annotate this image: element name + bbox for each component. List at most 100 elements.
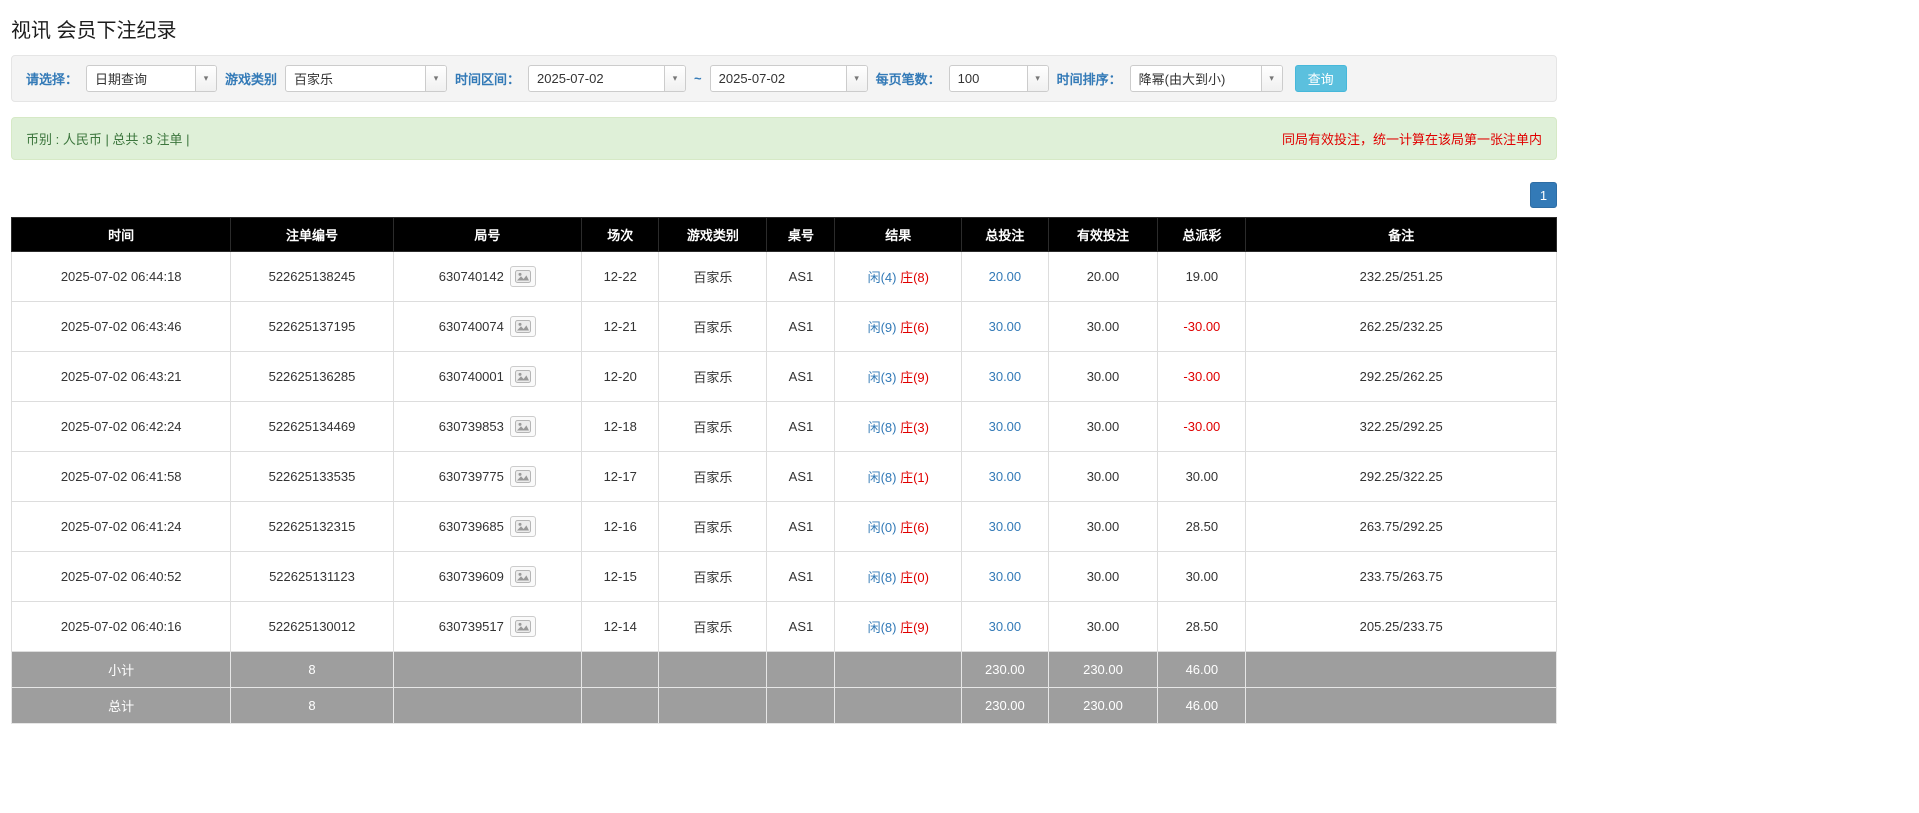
page-size-value: 100 (957, 71, 980, 86)
total-bet-link[interactable]: 30.00 (989, 569, 1022, 584)
date-to-picker[interactable]: 2025-07-02 ▾ (709, 65, 868, 92)
video-replay-icon[interactable] (509, 266, 536, 287)
banker-result-text: 庄(9) (900, 370, 929, 385)
bet-records-table: 时间 注单编号 局号 场次 游戏类别 桌号 结果 总投注 有效投注 总派彩 备注… (10, 217, 1557, 724)
col-header-session: 场次 (581, 217, 660, 252)
total-bet-link[interactable]: 30.00 (989, 319, 1022, 334)
total-bet-link[interactable]: 30.00 (989, 419, 1022, 434)
cell-game-type: 百家乐 (658, 501, 768, 552)
date-from-picker[interactable]: 2025-07-02 ▾ (528, 65, 687, 92)
col-header-time: 时间 (10, 217, 232, 252)
chevron-down-icon[interactable]: ▾ (1026, 66, 1048, 91)
total-bet-link[interactable]: 30.00 (989, 519, 1022, 534)
total-bet-link[interactable]: 20.00 (989, 269, 1022, 284)
cell-session: 12-22 (581, 251, 660, 302)
chevron-down-icon[interactable]: ▾ (1260, 66, 1282, 91)
chevron-down-icon[interactable]: ▾ (195, 66, 217, 91)
subtotal-total-bet: 230.00 (961, 651, 1049, 688)
cell-valid-bet: 20.00 (1047, 251, 1159, 302)
video-replay-icon[interactable] (509, 316, 536, 337)
cell-game-type: 百家乐 (658, 601, 768, 652)
page-size-combobox[interactable]: 100 ▾ (948, 65, 1049, 92)
cell-time: 2025-07-02 06:41:58 (10, 451, 232, 502)
cell-result: 闲(3) 庄(9) (834, 351, 963, 402)
cell-table-no: AS1 (766, 251, 836, 302)
select-mode-combobox[interactable]: 日期查询 ▾ (86, 65, 218, 92)
cell-total-bet: 30.00 (961, 351, 1049, 402)
cell-session: 12-15 (581, 551, 660, 602)
cell-round-id: 630739685 (392, 501, 583, 552)
page-container: 视讯 会员下注纪录 请选择： 日期查询 ▾ 游戏类别 百家乐 ▾ 时间区间： 2… (10, 0, 1557, 724)
total-row: 总计 8 230.00 230.00 46.00 (10, 687, 1557, 724)
cell-valid-bet: 30.00 (1047, 301, 1159, 352)
player-result-text: 闲(9) (867, 320, 897, 335)
cell-bet-id: 522625137195 (230, 301, 394, 352)
total-valid-bet: 230.00 (1047, 687, 1159, 724)
date-to-value: 2025-07-02 (718, 71, 786, 86)
chevron-down-icon[interactable]: ▾ (845, 66, 867, 91)
cell-remark: 292.25/322.25 (1245, 451, 1557, 502)
video-replay-icon[interactable] (509, 566, 536, 587)
cell-valid-bet: 30.00 (1047, 551, 1159, 602)
cell-remark: 262.25/232.25 (1245, 301, 1557, 352)
cell-bet-id: 522625133535 (230, 451, 394, 502)
chevron-down-icon[interactable]: ▾ (425, 66, 447, 91)
cell-session: 12-20 (581, 351, 660, 402)
cell-round-id: 630739775 (392, 451, 583, 502)
video-replay-icon[interactable] (509, 466, 536, 487)
sort-order-value: 降幂(由大到小) (1138, 72, 1226, 87)
bet-table-body: 2025-07-02 06:44:18 522625138245 6307401… (10, 251, 1557, 652)
player-result-text: 闲(8) (867, 570, 897, 585)
cell-session: 12-16 (581, 501, 660, 552)
table-row: 2025-07-02 06:43:46 522625137195 6307400… (10, 301, 1557, 352)
total-bet-link[interactable]: 30.00 (989, 619, 1022, 634)
player-result-text: 闲(8) (867, 620, 897, 635)
round-id-text: 630740142 (438, 269, 504, 284)
table-row: 2025-07-02 06:43:21 522625136285 6307400… (10, 351, 1557, 402)
subtotal-valid-bet: 230.00 (1047, 651, 1159, 688)
col-header-total-bet: 总投注 (961, 217, 1049, 252)
cell-remark: 263.75/292.25 (1245, 501, 1557, 552)
cell-session: 12-18 (581, 401, 660, 452)
game-type-value: 百家乐 (294, 72, 334, 87)
cell-game-type: 百家乐 (658, 551, 768, 602)
chevron-down-icon[interactable]: ▾ (664, 66, 686, 91)
cell-total-bet: 30.00 (961, 501, 1049, 552)
video-replay-icon[interactable] (509, 616, 536, 637)
page-number-button[interactable]: 1 (1530, 182, 1557, 208)
table-row: 2025-07-02 06:41:24 522625132315 6307396… (10, 501, 1557, 552)
cell-game-type: 百家乐 (658, 451, 768, 502)
table-row: 2025-07-02 06:41:58 522625133535 6307397… (10, 451, 1557, 502)
player-result-text: 闲(3) (867, 370, 897, 385)
search-button[interactable]: 查询 (1294, 65, 1347, 92)
game-type-combobox[interactable]: 百家乐 ▾ (285, 65, 448, 92)
video-replay-icon[interactable] (509, 516, 536, 537)
table-row: 2025-07-02 06:42:24 522625134469 6307398… (10, 401, 1557, 452)
player-result-text: 闲(0) (867, 520, 897, 535)
cell-valid-bet: 30.00 (1047, 501, 1159, 552)
col-header-remark: 备注 (1245, 217, 1557, 252)
cell-payout: 19.00 (1157, 251, 1247, 302)
cell-payout: -30.00 (1157, 351, 1247, 402)
sort-order-combobox[interactable]: 降幂(由大到小) ▾ (1129, 65, 1283, 92)
player-result-text: 闲(8) (867, 420, 897, 435)
total-bet-link[interactable]: 30.00 (989, 369, 1022, 384)
video-replay-icon[interactable] (509, 416, 536, 437)
banker-result-text: 庄(8) (900, 270, 929, 285)
cell-bet-id: 522625136285 (230, 351, 394, 402)
tilde-separator: ~ (694, 71, 702, 86)
select-mode-value: 日期查询 (95, 72, 148, 87)
subtotal-row: 小计 8 230.00 230.00 46.00 (10, 651, 1557, 688)
cell-session: 12-17 (581, 451, 660, 502)
table-row: 2025-07-02 06:40:52 522625131123 6307396… (10, 551, 1557, 602)
round-id-text: 630740074 (438, 319, 504, 334)
col-header-result: 结果 (834, 217, 963, 252)
page-size-label: 每页笔数： (875, 72, 941, 87)
cell-round-id: 630739517 (392, 601, 583, 652)
cell-table-no: AS1 (766, 501, 836, 552)
total-bet-link[interactable]: 30.00 (989, 469, 1022, 484)
video-replay-icon[interactable] (509, 366, 536, 387)
cell-bet-id: 522625130012 (230, 601, 394, 652)
round-id-text: 630739685 (438, 519, 504, 534)
sort-order-label: 时间排序： (1056, 72, 1122, 87)
